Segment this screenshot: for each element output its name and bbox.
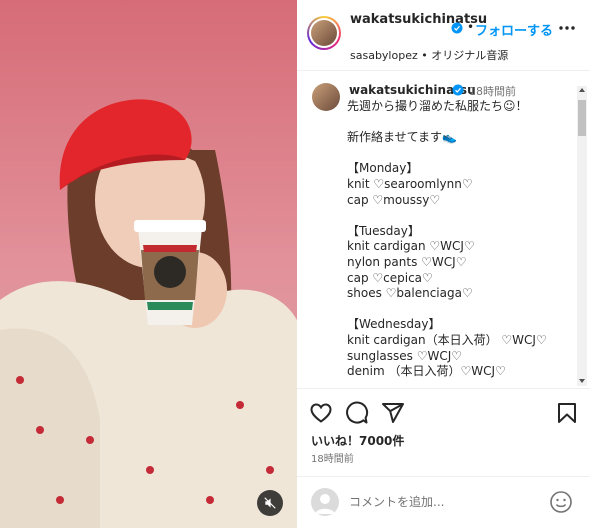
caption-line: knit cardigan（本日入荷） ♡WCJ♡	[347, 332, 547, 347]
comments-area[interactable]: wakatsukichinatsu 18時間前 先週から撮り溜めた私服たち☺︎！…	[297, 71, 590, 387]
comment-composer	[297, 476, 590, 529]
caption-line: 先週から撮り溜めた私服たち☺︎！	[347, 99, 528, 113]
caption-line: 【Monday】	[347, 161, 419, 176]
scroll-up-icon[interactable]	[579, 88, 585, 92]
post-header: wakatsukichinatsu • フォローする sasabylopez •…	[297, 0, 590, 71]
post-side-panel: wakatsukichinatsu • フォローする sasabylopez •…	[297, 0, 590, 528]
caption-avatar[interactable]	[312, 83, 340, 111]
caption-line	[347, 302, 582, 318]
caption-line: cap ♡moussy♡	[347, 192, 441, 207]
separator-dot: •	[467, 20, 475, 34]
caption-line: sunglasses ♡WCJ♡	[347, 348, 463, 363]
caption-time: 18時間前	[469, 85, 516, 98]
caption-line: knit ♡searoomlynn♡	[347, 176, 473, 191]
verified-badge-icon	[452, 84, 464, 96]
mute-button[interactable]	[257, 490, 283, 516]
caption-line	[347, 208, 582, 224]
audio-subline[interactable]: sasabylopez • オリジナル音源	[350, 47, 508, 63]
post-media[interactable]	[0, 0, 297, 528]
follow-button[interactable]: フォローする	[475, 20, 553, 39]
post-time[interactable]: 18時間前	[311, 450, 354, 465]
profile-avatar[interactable]	[307, 16, 341, 50]
caption-line: nylon pants ♡WCJ♡	[347, 254, 467, 269]
verified-badge-icon	[451, 22, 463, 34]
caption-line: cap ♡cepica♡	[347, 270, 433, 285]
caption-line: 【Wednesday】	[347, 317, 441, 332]
post-photo	[0, 0, 297, 528]
caption-line: 【Tuesday】	[347, 223, 420, 238]
scrollbar-thumb[interactable]	[578, 100, 586, 136]
heart-icon[interactable]	[309, 401, 333, 425]
bookmark-icon[interactable]	[555, 401, 579, 425]
comment-input[interactable]	[349, 493, 539, 511]
more-icon[interactable]	[559, 26, 575, 30]
caption-line	[347, 146, 582, 162]
caption-line: denim （本日入荷）♡WCJ♡	[347, 364, 506, 379]
comment-icon[interactable]	[345, 401, 369, 425]
send-icon[interactable]	[381, 401, 405, 425]
muted-speaker-icon	[264, 497, 276, 509]
caption-line: shoes ♡balenciaga♡	[347, 286, 473, 301]
caption-line: 新作絡ませてます👟	[347, 130, 457, 145]
caption-line	[347, 115, 582, 131]
scroll-down-icon[interactable]	[579, 379, 585, 383]
post-actions: いいね！7000件 18時間前	[297, 388, 590, 477]
caption-line: knit cardigan ♡WCJ♡	[347, 239, 475, 254]
user-placeholder-icon	[315, 494, 335, 514]
likes-count[interactable]: いいね！7000件	[311, 432, 404, 449]
comments-scrollbar[interactable]	[577, 86, 587, 386]
emoji-icon[interactable]	[549, 490, 573, 514]
caption-text: 先週から撮り溜めた私服たち☺︎！ 新作絡ませてます👟 【Monday】 knit…	[347, 99, 582, 380]
current-user-avatar	[311, 488, 339, 516]
